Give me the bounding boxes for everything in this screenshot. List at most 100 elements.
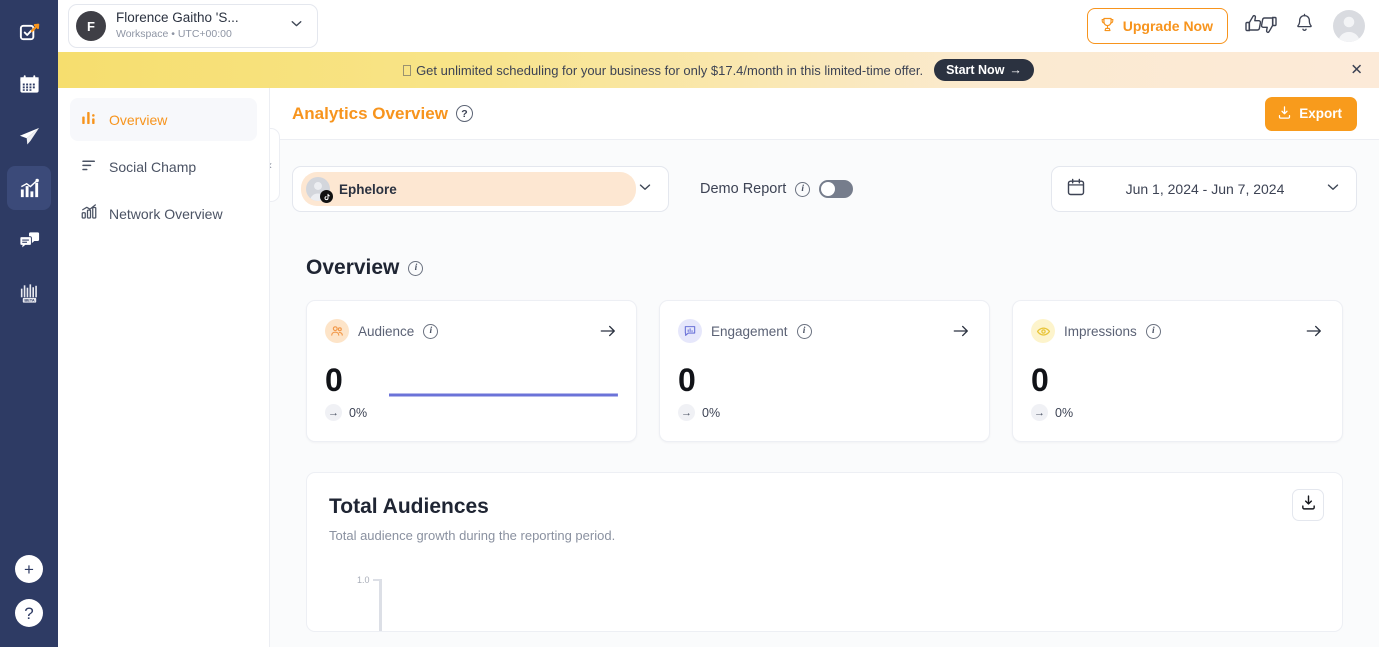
card-label: Engagement: [711, 324, 788, 339]
add-button[interactable]: +: [15, 555, 43, 583]
audience-icon: [325, 319, 349, 343]
trophy-icon: [1099, 16, 1116, 36]
start-now-label: Start Now: [946, 63, 1004, 77]
arrow-flat-icon: →: [1031, 404, 1048, 421]
demo-report-toggle[interactable]: [819, 180, 853, 198]
sidebar-item-overview[interactable]: Overview: [70, 98, 257, 141]
workspace-switcher[interactable]: F Florence Gaitho 'S... Workspace • UTC+…: [68, 4, 318, 48]
analytics-chart-icon: [18, 177, 41, 200]
card-delta-value: 0%: [349, 406, 367, 420]
card-body: 0 → 0%: [678, 353, 971, 421]
card-delta: → 0%: [325, 404, 367, 421]
help-icon[interactable]: ?: [456, 105, 473, 122]
avatar-placeholder-icon: [1333, 10, 1365, 42]
close-banner-button[interactable]: ✕: [1350, 63, 1363, 78]
sidebar-item-social-champ[interactable]: Social Champ: [70, 145, 257, 188]
info-icon[interactable]: i: [408, 261, 423, 276]
total-audiences-subtitle: Total audience growth during the reporti…: [329, 528, 1320, 543]
calendar-icon: [1066, 177, 1086, 202]
overview-title: Overview: [306, 256, 399, 280]
collapse-sidebar-handle[interactable]: ‹: [270, 128, 280, 202]
download-chart-button[interactable]: [1292, 489, 1324, 521]
export-button[interactable]: Export: [1265, 97, 1357, 131]
start-now-button[interactable]: Start Now →: [934, 59, 1034, 81]
date-range-picker[interactable]: Jun 1, 2024 - Jun 7, 2024: [1051, 166, 1357, 212]
metric-card-audience[interactable]: Audience i 0 →: [306, 300, 637, 442]
card-delta: → 0%: [678, 404, 720, 421]
impressions-icon: [1031, 319, 1055, 343]
workspace-avatar: F: [76, 11, 106, 41]
bar-chart-icon: [80, 109, 98, 130]
missing-glyph-icon: [403, 65, 411, 76]
info-icon[interactable]: i: [797, 324, 812, 339]
overview-cards: Audience i 0 →: [292, 300, 1357, 442]
card-value: 0: [1031, 364, 1073, 398]
card-value: 0: [325, 364, 367, 398]
feedback-thumbs-button[interactable]: [1244, 13, 1278, 40]
date-range-value: Jun 1, 2024 - Jun 7, 2024: [1098, 181, 1312, 197]
card-arrow-right-icon[interactable]: [1304, 321, 1324, 341]
notifications-button[interactable]: [1294, 13, 1315, 39]
rail-item-publish[interactable]: [7, 114, 51, 158]
engagement-icon: [678, 319, 702, 343]
sidebar-item-network-overview[interactable]: Network Overview: [70, 192, 257, 235]
arrow-flat-icon: →: [325, 404, 342, 421]
card-sparkline: [367, 387, 618, 421]
card-arrow-right-icon[interactable]: [598, 321, 618, 341]
card-metrics: 0 → 0%: [1031, 364, 1073, 421]
y-axis-line: [379, 579, 382, 631]
svg-text:BETA: BETA: [24, 297, 35, 302]
account-avatar-wrap: [306, 177, 330, 201]
card-arrow-right-icon[interactable]: [951, 321, 971, 341]
upgrade-now-label: Upgrade Now: [1123, 18, 1213, 34]
analytics-header: Analytics Overview ? Export: [270, 88, 1379, 140]
chevron-left-icon: ‹: [270, 158, 272, 172]
card-header: Impressions i: [1031, 319, 1324, 343]
card-sparkline: [1073, 405, 1324, 421]
right-pane: F Florence Gaitho 'S... Workspace • UTC+…: [58, 0, 1379, 647]
metric-card-engagement[interactable]: Engagement i 0 →: [659, 300, 990, 442]
chat-bubbles-icon: [18, 229, 41, 252]
arrow-right-icon: →: [1009, 63, 1022, 77]
info-icon[interactable]: i: [795, 182, 810, 197]
app-root: BETA + ? F Florence Gaitho 'S... Workspa…: [0, 0, 1379, 647]
total-audiences-title: Total Audiences: [329, 495, 1320, 519]
card-metrics: 0 → 0%: [325, 364, 367, 421]
card-value: 0: [678, 364, 720, 398]
thumbs-up-down-icon: [1244, 13, 1278, 40]
total-audiences-panel: Total Audiences Total audience growth du…: [306, 472, 1343, 632]
rail-bottom-actions: + ?: [0, 555, 58, 643]
sidebar-item-network-overview-label: Network Overview: [109, 206, 223, 222]
sidebar-item-overview-label: Overview: [109, 112, 167, 128]
user-avatar[interactable]: [1333, 10, 1365, 42]
chevron-down-icon: [288, 15, 305, 37]
rail-item-analytics[interactable]: [7, 166, 51, 210]
analytics-scroll-area[interactable]: Ephelore Demo Report i: [270, 140, 1379, 647]
card-body: 0 → 0%: [1031, 353, 1324, 421]
download-icon: [1300, 494, 1317, 516]
paper-plane-icon: [18, 125, 41, 148]
page-title: Analytics Overview: [292, 104, 448, 124]
calendar-icon: [18, 73, 41, 96]
promo-banner-message: Get unlimited scheduling for your busine…: [416, 63, 923, 78]
rail-item-reports-beta[interactable]: BETA: [7, 270, 51, 314]
info-icon[interactable]: i: [1146, 324, 1161, 339]
arrow-flat-icon: →: [678, 404, 695, 421]
rail-item-compose[interactable]: [7, 10, 51, 54]
demo-report-control: Demo Report i: [700, 180, 853, 198]
content-body: Overview Social Champ: [58, 88, 1379, 647]
demo-report-label: Demo Report: [700, 181, 786, 197]
help-button[interactable]: ?: [15, 599, 43, 627]
account-select[interactable]: Ephelore: [292, 166, 669, 212]
export-label: Export: [1299, 106, 1342, 121]
chevron-down-icon: [1324, 178, 1342, 201]
upgrade-now-button[interactable]: Upgrade Now: [1087, 8, 1228, 44]
metric-card-impressions[interactable]: Impressions i 0 →: [1012, 300, 1343, 442]
info-icon[interactable]: i: [423, 324, 438, 339]
total-audiences-chart: 1.0: [329, 571, 1320, 631]
filters-row: Ephelore Demo Report i: [292, 140, 1357, 212]
chevron-down-icon: [636, 178, 654, 201]
download-icon: [1277, 105, 1292, 123]
rail-item-inbox[interactable]: [7, 218, 51, 262]
rail-item-calendar[interactable]: [7, 62, 51, 106]
